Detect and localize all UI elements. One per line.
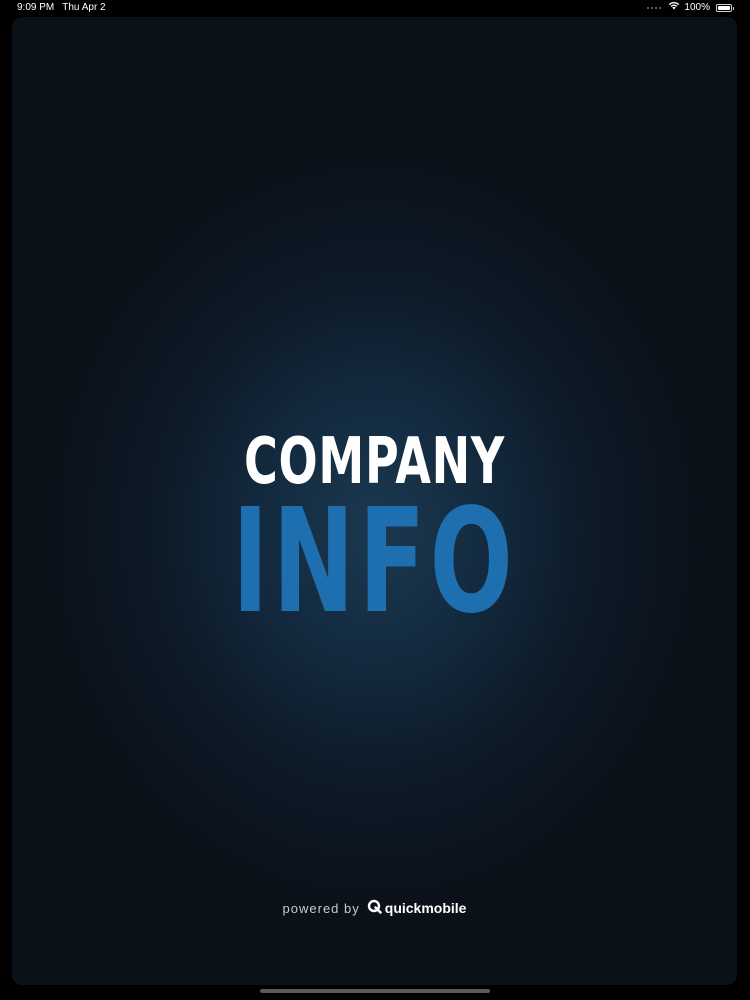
- quickmobile-brand: quickmobile: [367, 899, 467, 917]
- status-right: 100%: [647, 0, 734, 16]
- multitasking-dots-icon: [647, 7, 662, 9]
- status-date: Thu Apr 2: [62, 2, 106, 13]
- status-left: 9:09 PM Thu Apr 2: [17, 0, 106, 16]
- quickmobile-brand-text: quickmobile: [384, 900, 467, 916]
- home-indicator[interactable]: [260, 989, 490, 993]
- splash-screen: COMPANY INFO powered by quickmobile: [12, 17, 737, 985]
- status-time: 9:09 PM: [17, 2, 55, 13]
- powered-by-footer: powered by quickmobile: [12, 899, 737, 917]
- wifi-icon: [668, 0, 680, 16]
- screen: 9:09 PM Thu Apr 2 100% COMPANY INFO powe…: [0, 0, 750, 1000]
- powered-by-label: powered by: [282, 900, 360, 916]
- quickmobile-logo-icon: [367, 899, 382, 917]
- status-bar: 9:09 PM Thu Apr 2 100%: [0, 0, 750, 16]
- battery-percent: 100%: [684, 2, 710, 13]
- logo-title-line2: INFO: [232, 477, 517, 645]
- battery-icon: [716, 4, 734, 12]
- company-info-logo: COMPANY INFO: [12, 427, 737, 645]
